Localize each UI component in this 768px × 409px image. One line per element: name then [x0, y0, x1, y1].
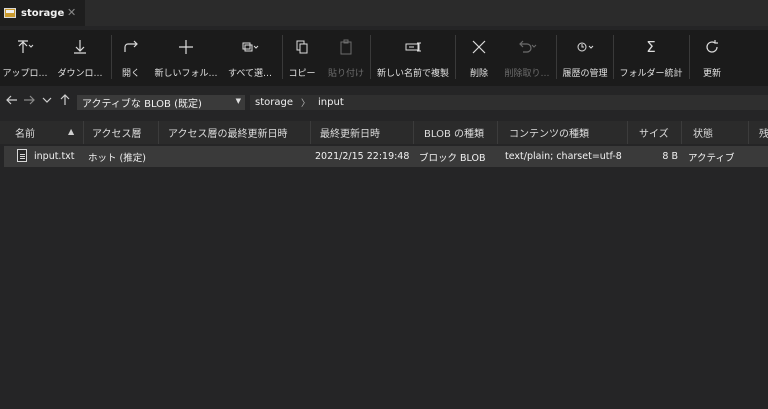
delete-button[interactable]: 削除 [460, 30, 498, 86]
select-all-button[interactable]: すべて選… [224, 30, 276, 86]
column-divider [748, 121, 749, 144]
cell-blob-type: ブロック BLOB [419, 152, 486, 164]
back-icon[interactable] [5, 94, 18, 110]
column-divider [681, 121, 682, 144]
cell-modified: 2021/2/15 22:19:48 [315, 151, 410, 162]
open-icon [115, 37, 147, 57]
file-icon [17, 149, 27, 162]
refresh-icon [694, 37, 730, 57]
undo-icon [502, 37, 552, 57]
toolbar-divider [111, 35, 112, 79]
cell-content-type: text/plain; charset=utf-8 [505, 151, 622, 162]
tab-strip: storage ✕ [0, 0, 768, 26]
access-tier-value: アクティブな BLOB (既定) [82, 99, 202, 110]
column-blob-type[interactable]: BLOB の種類 [424, 121, 494, 144]
access-tier-select[interactable]: アクティブな BLOB (既定) ▼ [77, 95, 245, 110]
toolbar: アップロ… ダウンロ… 開く 新しいフォル… すべて選… コピー 貼り付け 新し… [0, 30, 768, 86]
breadcrumb-separator-icon: 〉 [301, 99, 311, 109]
chevron-down-icon[interactable] [41, 94, 53, 110]
column-status[interactable]: 状態 [693, 121, 743, 144]
toolbar-divider [689, 35, 690, 79]
refresh-button[interactable]: 更新 [694, 30, 730, 86]
new-folder-button[interactable]: 新しいフォル… [152, 30, 220, 86]
up-icon[interactable] [59, 94, 71, 110]
undelete-button[interactable]: 削除取り… [502, 30, 552, 86]
dropdown-arrow-icon: ▼ [235, 97, 241, 105]
column-tier-modified[interactable]: アクセス層の最終更新日時 [168, 121, 308, 144]
paste-icon [324, 37, 368, 57]
column-divider [158, 121, 159, 144]
column-divider [413, 121, 414, 144]
column-remaining[interactable]: 残 [759, 121, 768, 144]
table-header: 名前 ▲ アクセス層 アクセス層の最終更新日時 最終更新日時 BLOB の種類 … [0, 121, 768, 144]
close-tab-icon[interactable]: ✕ [67, 6, 76, 19]
folder-stats-button[interactable]: Σ フォルダー統計 [616, 30, 686, 86]
cell-tier-modified [168, 146, 308, 167]
column-size[interactable]: サイズ [639, 121, 679, 144]
sort-ascending-icon: ▲ [68, 127, 75, 136]
breadcrumb-storage[interactable]: storage [255, 97, 293, 108]
toolbar-divider [455, 35, 456, 79]
toolbar-divider [556, 35, 557, 79]
column-access-tier[interactable]: アクセス層 [92, 121, 156, 144]
cell-size: 8 B [662, 151, 678, 162]
column-divider [497, 121, 498, 144]
breadcrumb-input[interactable]: input [318, 97, 344, 108]
plus-icon [152, 37, 220, 57]
history-button[interactable]: 履歴の管理 [559, 30, 611, 86]
column-divider [310, 121, 311, 144]
toolbar-divider [282, 35, 283, 79]
column-content-type[interactable]: コンテンツの種類 [509, 121, 619, 144]
download-icon [53, 37, 107, 57]
column-name[interactable]: 名前 [15, 121, 65, 144]
clone-button[interactable]: 新しい名前で複製 [373, 30, 453, 86]
cell-name: input.txt [34, 151, 75, 162]
tab-storage[interactable]: storage ✕ [0, 0, 85, 26]
tab-label: storage [21, 7, 65, 19]
select-all-icon [224, 37, 276, 57]
sigma-icon: Σ [646, 38, 656, 56]
upload-button[interactable]: アップロ… [0, 30, 50, 86]
toolbar-divider [370, 35, 371, 79]
open-button[interactable]: 開く [115, 30, 147, 86]
container-icon [4, 8, 16, 18]
column-modified[interactable]: 最終更新日時 [320, 121, 410, 144]
copy-button[interactable]: コピー [285, 30, 319, 86]
cell-status: アクティブ [688, 152, 735, 164]
column-divider [627, 121, 628, 144]
delete-icon [460, 37, 498, 57]
copy-icon [285, 37, 319, 57]
clone-icon [373, 37, 453, 57]
table-row[interactable]: input.txt ホット (推定) 2021/2/15 22:19:48 ブロ… [4, 146, 768, 167]
download-button[interactable]: ダウンロ… [53, 30, 107, 86]
toolbar-divider [613, 35, 614, 79]
paste-button[interactable]: 貼り付け [324, 30, 368, 86]
breadcrumb[interactable]: storage 〉 input [250, 95, 768, 110]
forward-icon[interactable] [23, 94, 36, 110]
cell-access-tier: ホット (推定) [88, 152, 146, 164]
history-icon [559, 37, 611, 57]
column-divider [83, 121, 84, 144]
upload-icon [0, 37, 50, 57]
